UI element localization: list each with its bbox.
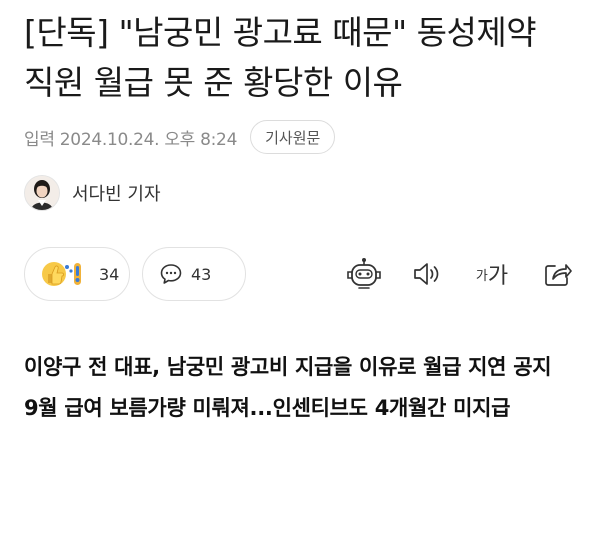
reaction-count: 34	[99, 264, 120, 284]
share-icon	[545, 264, 572, 286]
font-size-small-glyph: 가	[475, 268, 488, 284]
speech-bubble-icon	[160, 264, 182, 284]
text-to-speech-button[interactable]	[409, 257, 445, 291]
share-button[interactable]	[540, 257, 576, 291]
article-headline: [단독] "남궁민 광고료 때문" 동성제약 직원 월급 못 준 황당한 이유	[24, 13, 537, 102]
article-meta: 입력 2024.10.24. 오후 8:24 기사원문	[24, 120, 336, 154]
font-size-large-glyph: 가	[487, 264, 509, 289]
robot-summary-icon	[347, 258, 381, 289]
summary-line: 이양구 전 대표, 남궁민 광고비 지급을 이유로 월급 지연 공지	[24, 355, 552, 379]
reporter-name: 서다빈 기자	[72, 184, 161, 205]
summary-line: 9월 급여 보름가량 미뤄져...인센티브도 4개월간 미지급	[24, 396, 511, 420]
article-summary: 이양구 전 대표, 남궁민 광고비 지급을 이유로 월급 지연 공지 9월 급여…	[24, 347, 584, 429]
author-byline[interactable]: 서다빈 기자	[24, 173, 161, 213]
comment-count: 43	[191, 264, 212, 284]
original-article-button[interactable]: 기사원문	[250, 120, 336, 154]
reporter-photo-icon	[25, 176, 59, 210]
font-size-button[interactable]: 가 가	[470, 257, 514, 291]
reaction-button[interactable]: 34	[24, 247, 130, 301]
article-view: [단독] "남궁민 광고료 때문" 동성제약 직원 월급 못 준 황당한 이유 …	[24, 0, 584, 420]
speaker-icon	[414, 263, 439, 285]
summary-bot-button[interactable]	[342, 257, 386, 291]
comment-button[interactable]: 43	[142, 247, 246, 301]
article-action-bar: 34 43 가 가	[24, 247, 580, 301]
published-date: 입력 2024.10.24. 오후 8:24	[24, 129, 238, 150]
reporter-avatar	[24, 175, 60, 211]
thumbs-up-emoji-icon	[42, 262, 81, 286]
